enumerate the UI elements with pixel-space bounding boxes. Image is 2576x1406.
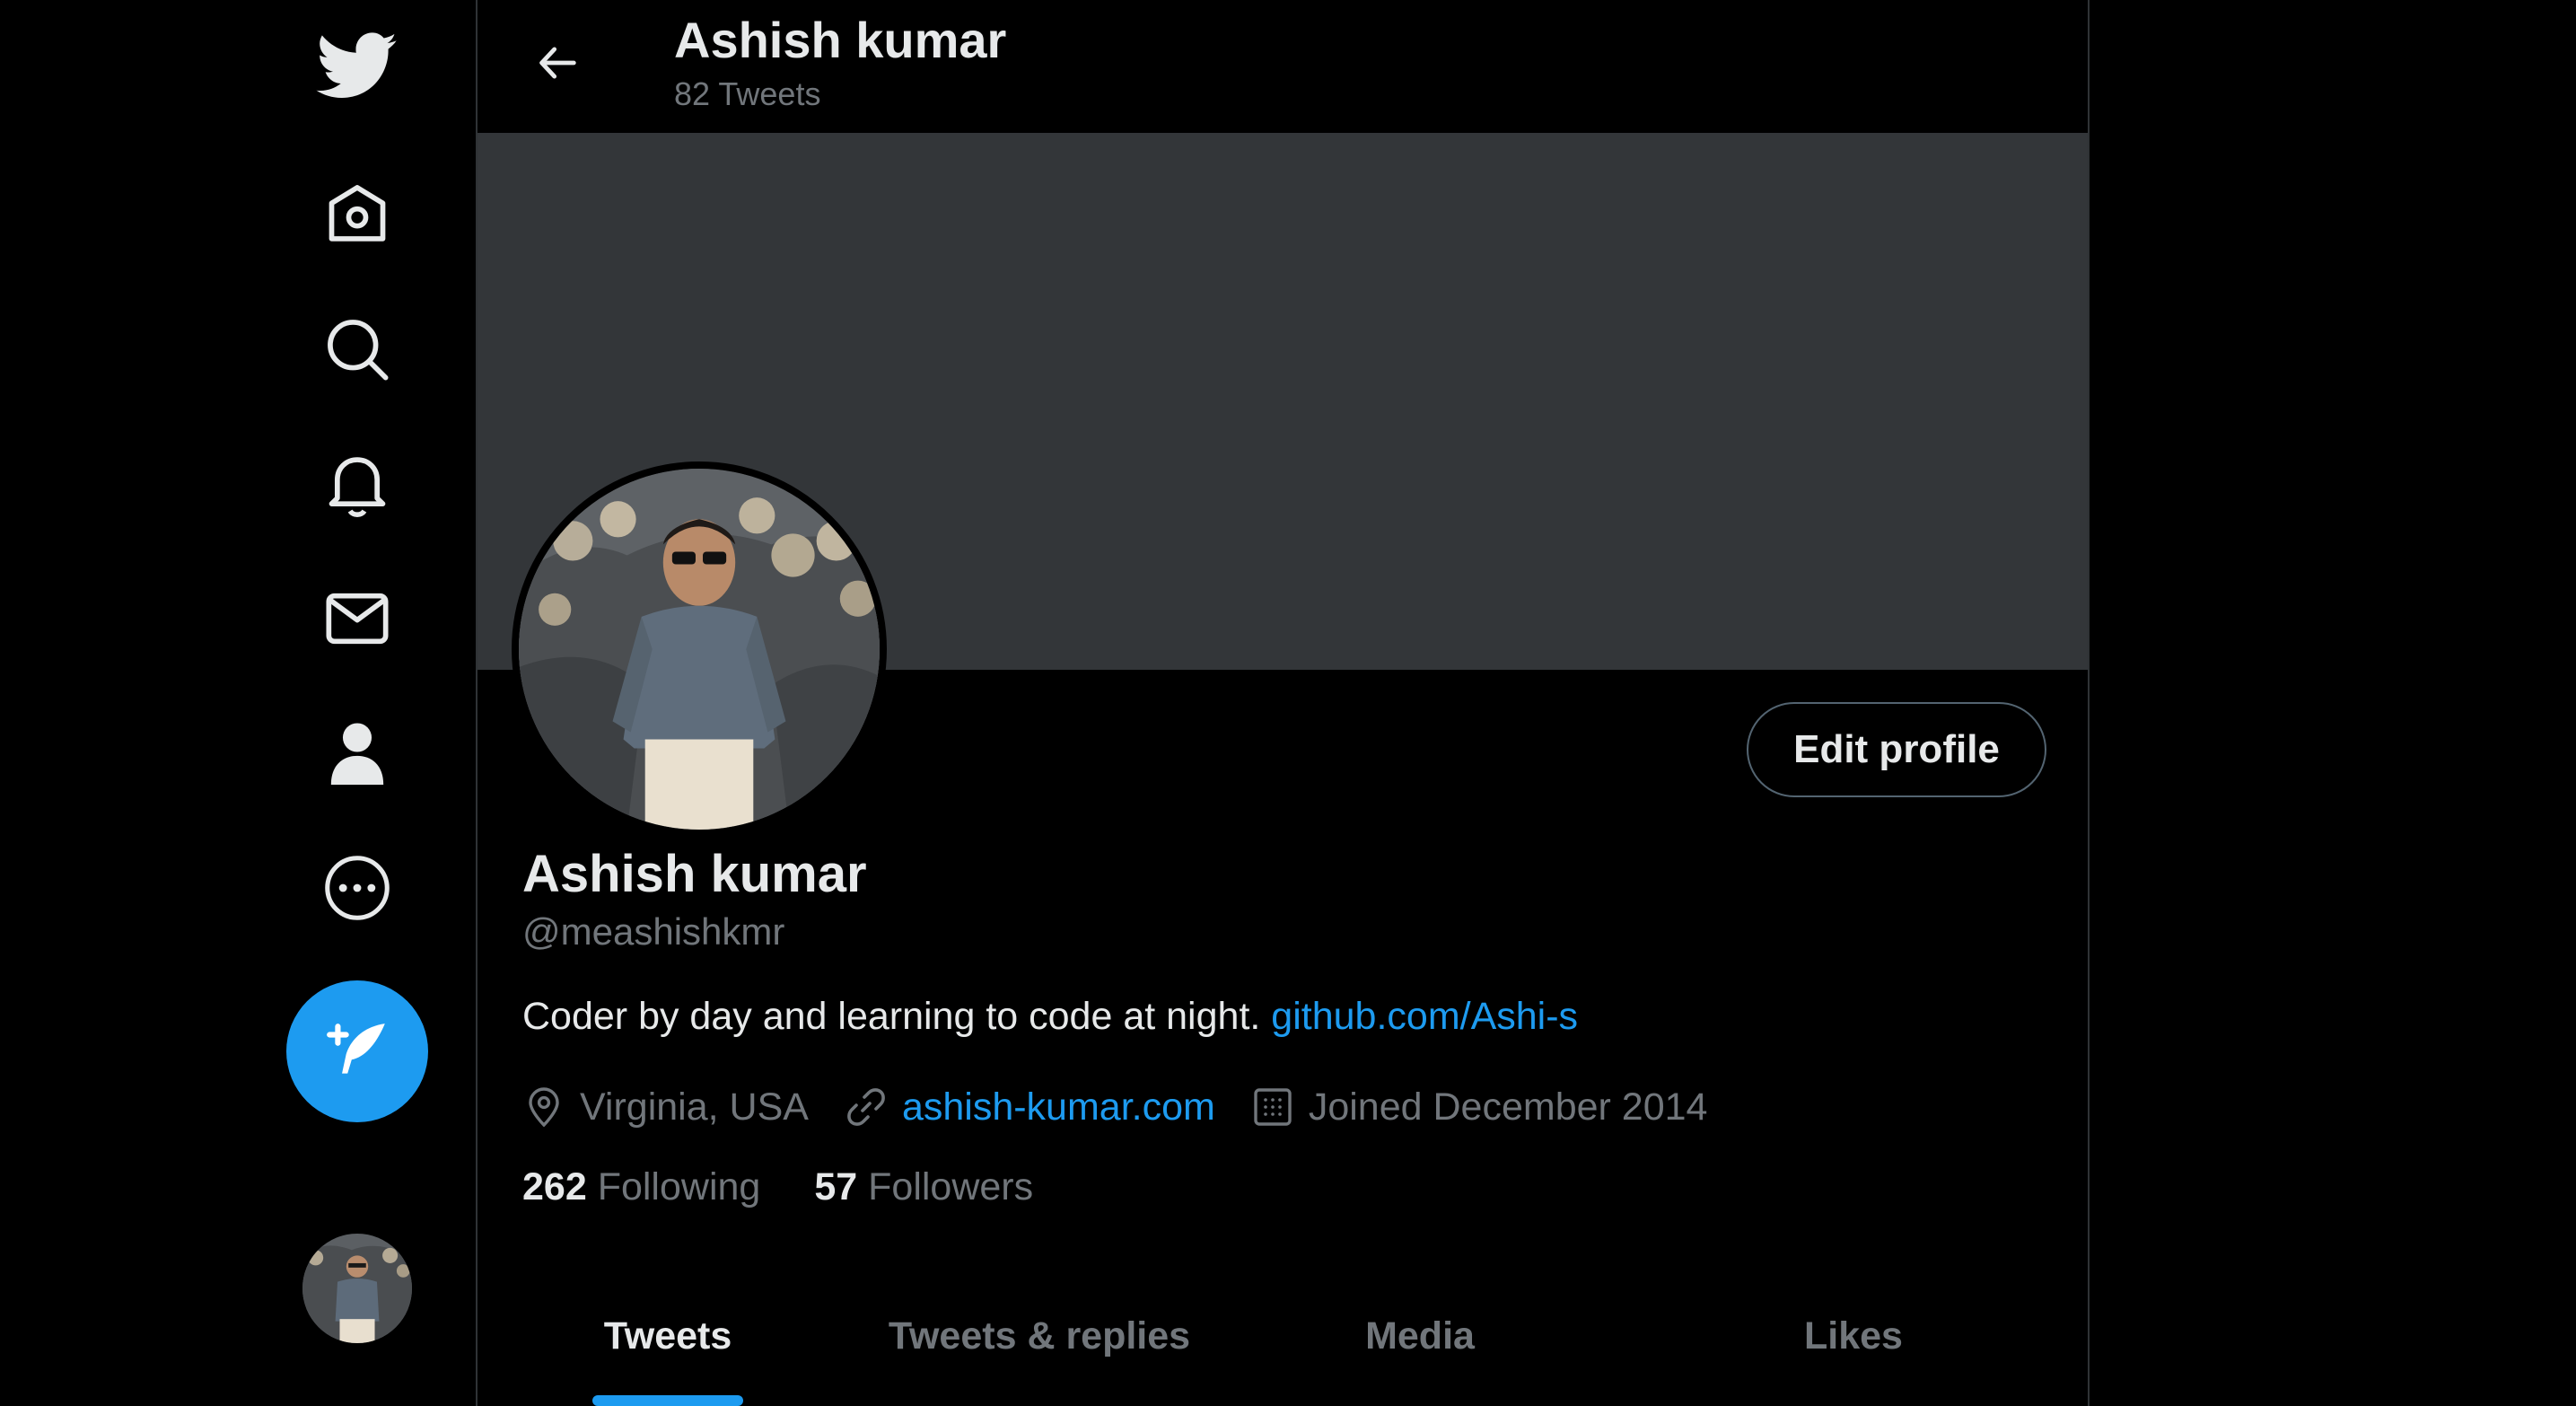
joined-item: Joined December 2014 — [1251, 1085, 1708, 1129]
profile-tabs: Tweets Tweets & replies Media Likes — [478, 1266, 2088, 1406]
location-text: Virginia, USA — [580, 1085, 809, 1129]
twitter-profile-page: Ashish kumar 82 Tweets Edit profile Ashi… — [0, 0, 2576, 1406]
following-link[interactable]: 262 Following — [522, 1165, 760, 1209]
account-avatar[interactable] — [302, 1234, 412, 1343]
following-count: 262 — [522, 1165, 587, 1208]
profile-avatar[interactable] — [512, 461, 887, 837]
joined-text: Joined December 2014 — [1308, 1085, 1708, 1129]
tab-media[interactable]: Media — [1221, 1266, 1619, 1406]
mail-icon[interactable] — [303, 565, 411, 672]
calendar-icon — [1254, 1088, 1292, 1126]
follow-stats: 262 Following 57 Followers — [522, 1165, 1087, 1209]
tab-tweets-and-replies[interactable]: Tweets & replies — [858, 1266, 1221, 1406]
more-icon[interactable] — [303, 834, 411, 942]
profile-handle: @meashishkmr — [522, 910, 785, 953]
location-item: Virginia, USA — [522, 1085, 809, 1129]
search-icon[interactable] — [303, 295, 411, 403]
profile-header-bar: Ashish kumar 82 Tweets — [478, 0, 2088, 133]
profile-column: Ashish kumar 82 Tweets Edit profile Ashi… — [476, 0, 2090, 1406]
location-pin-icon — [529, 1087, 559, 1128]
back-button[interactable] — [522, 27, 594, 99]
header-tweet-count: 82 Tweets — [674, 75, 821, 112]
website-link[interactable]: ashish-kumar.com — [902, 1085, 1215, 1129]
compose-feather-icon — [327, 1024, 385, 1074]
twitter-logo-icon[interactable] — [303, 13, 411, 120]
bio-github-link[interactable]: github.com/Ashi-s — [1271, 995, 1578, 1038]
bell-icon[interactable] — [303, 430, 411, 538]
arrow-left-icon — [539, 47, 576, 79]
website-item: ashish-kumar.com — [845, 1085, 1215, 1129]
profile-meta: Virginia, USA ashish-kumar.com Joined De… — [522, 1076, 1743, 1138]
following-label: Following — [597, 1165, 761, 1208]
compose-tweet-button[interactable] — [286, 980, 428, 1122]
active-tab-indicator — [592, 1395, 743, 1406]
link-icon — [847, 1088, 885, 1126]
left-nav — [0, 0, 476, 1406]
home-icon[interactable] — [303, 161, 411, 268]
header-name: Ashish kumar — [674, 12, 1007, 68]
followers-link[interactable]: 57 Followers — [814, 1165, 1033, 1209]
profile-name: Ashish kumar — [522, 845, 867, 903]
bio-text: Coder by day and learning to code at nig… — [522, 995, 1261, 1038]
person-icon[interactable] — [303, 699, 411, 807]
profile-bio: Coder by day and learning to code at nig… — [522, 995, 1578, 1039]
edit-profile-button[interactable]: Edit profile — [1747, 702, 2046, 797]
followers-count: 57 — [814, 1165, 858, 1208]
tab-tweets[interactable]: Tweets — [478, 1266, 858, 1406]
followers-label: Followers — [868, 1165, 1034, 1208]
tab-likes[interactable]: Likes — [1619, 1266, 2088, 1406]
